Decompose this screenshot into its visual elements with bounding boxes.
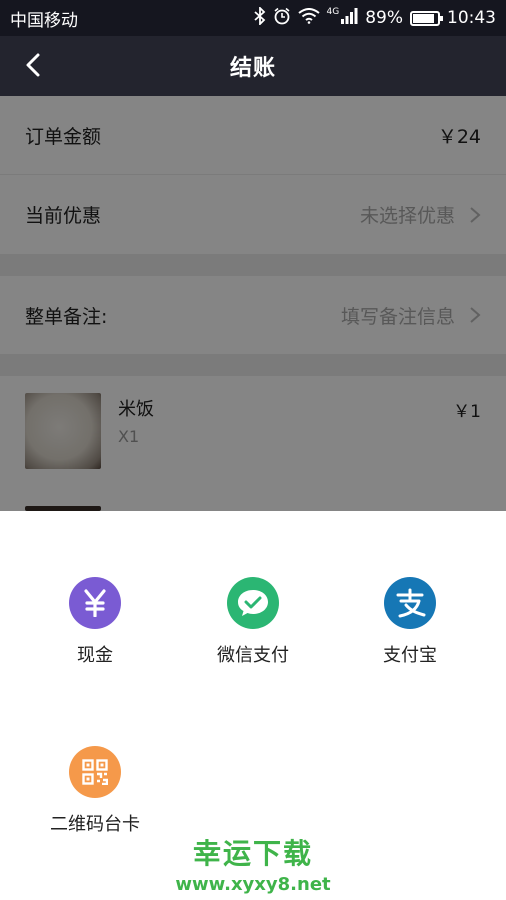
watermark: 幸运下载 www.xyxy8.net	[0, 832, 506, 895]
wechat-icon	[227, 577, 279, 629]
payment-option-label: 支付宝	[383, 645, 437, 666]
watermark-url: www.xyxy8.net	[175, 874, 331, 895]
alipay-icon	[384, 577, 436, 629]
alarm-icon	[273, 7, 291, 29]
clock: 10:43	[447, 8, 496, 28]
qrcode-icon	[69, 746, 121, 798]
nav-bar: 结账	[0, 36, 506, 96]
battery-level	[413, 13, 435, 23]
status-bar: 中国移动 4G 89% 10:43	[0, 0, 506, 36]
bluetooth-icon	[253, 5, 266, 29]
status-icons: 4G 89% 10:43	[253, 5, 496, 29]
wifi-icon	[297, 8, 320, 28]
watermark-title: 幸运下载	[192, 837, 313, 870]
page-title: 结账	[229, 56, 276, 81]
payment-option-wechat[interactable]: 微信支付	[188, 577, 318, 667]
payment-option-alipay[interactable]: 支付宝	[345, 577, 475, 667]
back-button[interactable]	[20, 50, 46, 80]
payment-option-label: 微信支付	[217, 645, 289, 666]
signal-icon	[340, 8, 358, 28]
battery-icon	[410, 10, 443, 26]
battery-percent: 89%	[365, 8, 403, 28]
payment-option-label: 现金	[77, 645, 113, 666]
payment-option-cash[interactable]: 现金	[30, 577, 160, 667]
yen-icon	[69, 577, 121, 629]
modal-overlay[interactable]	[0, 96, 506, 511]
carrier-name: 中国移动	[10, 10, 78, 31]
network-type: 4G	[326, 7, 340, 17]
payment-option-qr-card[interactable]: 二维码台卡	[30, 746, 160, 836]
